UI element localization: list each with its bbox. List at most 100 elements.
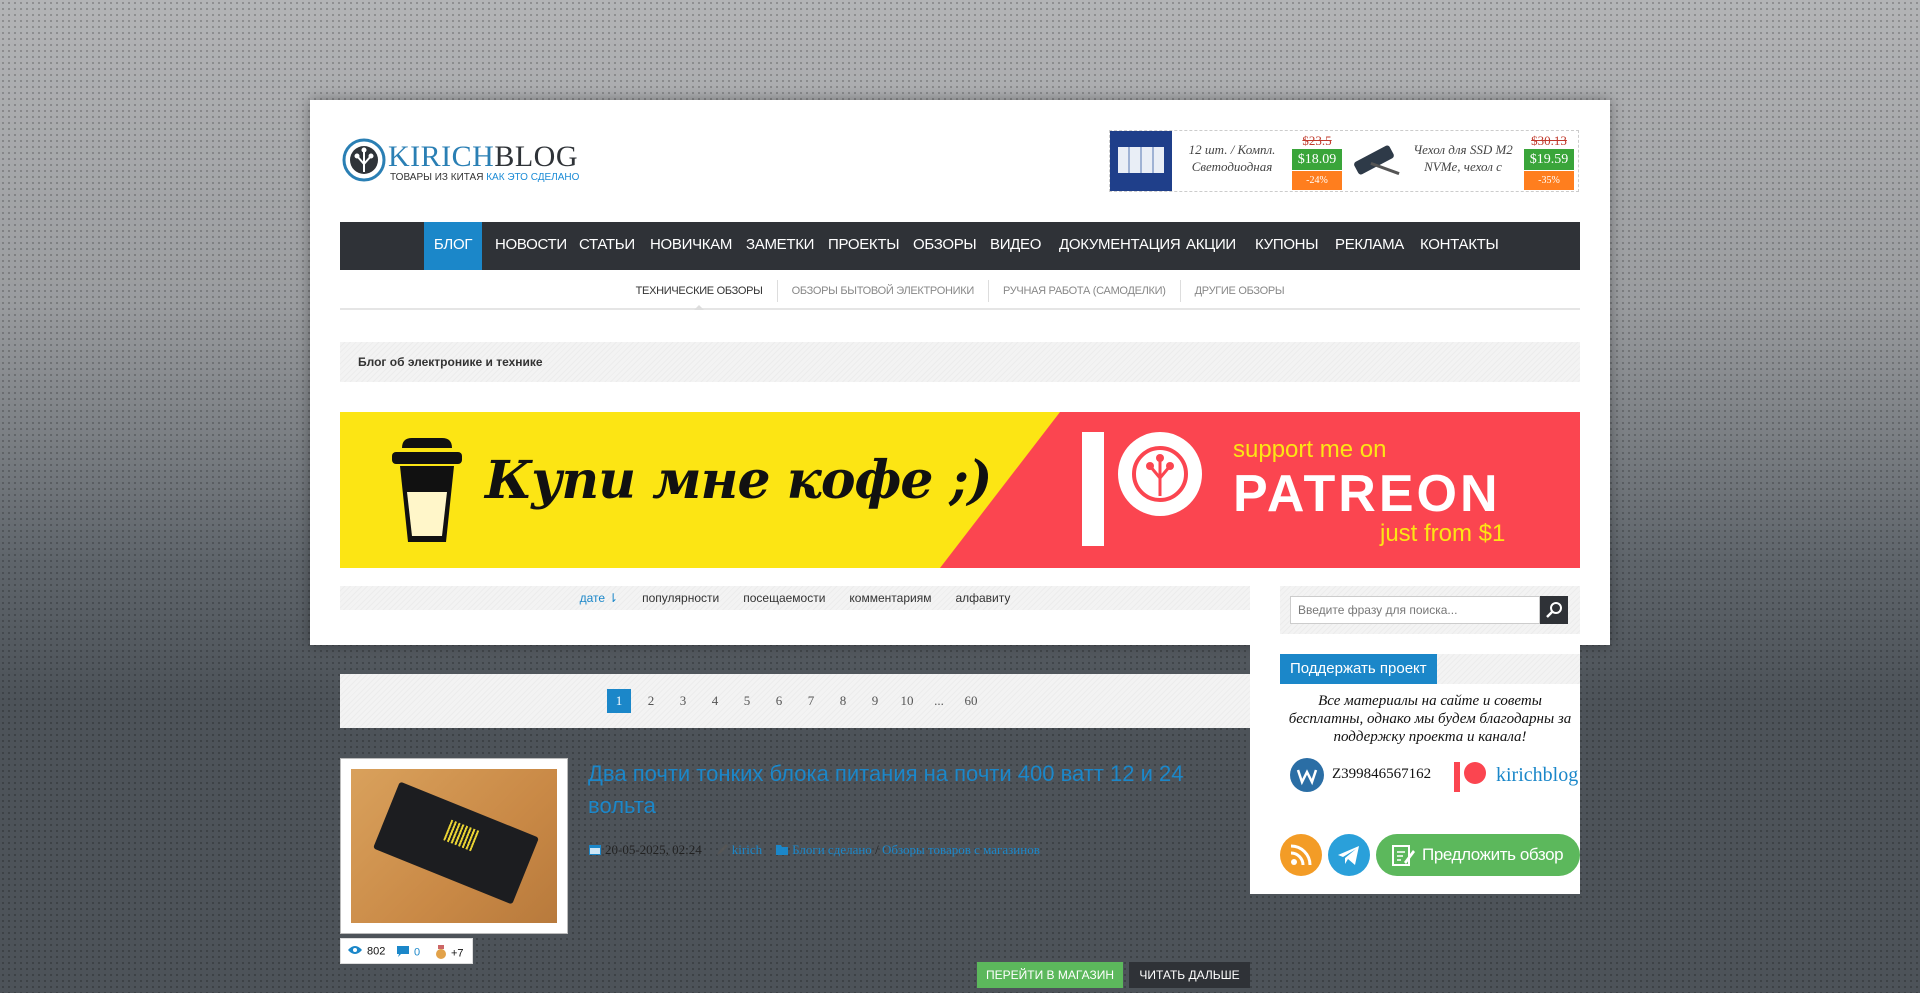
banner-patreon-word: PATREON bbox=[1233, 465, 1501, 523]
banner-support-text: support me on bbox=[1233, 436, 1387, 463]
support-banner[interactable]: Купи мне кофе ;) support me on PATREON j… bbox=[340, 412, 1580, 568]
ad-image bbox=[1110, 131, 1172, 191]
edit-note-icon bbox=[1392, 845, 1415, 866]
page-link[interactable]: 2 bbox=[639, 689, 663, 713]
read-more-button[interactable]: ЧИТАТЬ ДАЛЬШЕ bbox=[1129, 962, 1250, 988]
nav-item-deals[interactable]: АКЦИИ bbox=[1186, 222, 1236, 270]
nav-item-articles[interactable]: СТАТЬИ bbox=[579, 222, 635, 270]
ad-item[interactable]: 12 шт. / Компл. Светодиодная $23.5 $18.0… bbox=[1110, 131, 1346, 191]
nav-item-news[interactable]: НОВОСТИ bbox=[495, 222, 567, 270]
nav-item-blog[interactable]: БЛОГ bbox=[424, 222, 482, 270]
support-text: Все материалы на сайте и советы бесплатн… bbox=[1288, 693, 1572, 745]
calendar-icon bbox=[589, 845, 601, 855]
subnav-item-home-electronics[interactable]: ОБЗОРЫ БЫТОВОЙ ЭЛЕКТРОНИКИ bbox=[776, 280, 988, 302]
search-input[interactable]: Введите фразу для поиска... bbox=[1290, 596, 1540, 624]
ad-discount: -35% bbox=[1524, 171, 1574, 190]
post-date: 20-05-2025, 02:24 bbox=[588, 842, 702, 857]
subnav-item-diy[interactable]: РУЧНАЯ РАБОТА (САМОДЕЛКИ) bbox=[987, 280, 1180, 302]
page-link[interactable]: 7 bbox=[799, 689, 823, 713]
nav-item-notes[interactable]: ЗАМЕТКИ bbox=[746, 222, 814, 270]
comments-stat: 0 bbox=[396, 945, 420, 960]
patreon-circle-icon bbox=[1118, 432, 1202, 516]
subnav-item-other[interactable]: ДРУГИЕ ОБЗОРЫ bbox=[1179, 280, 1299, 302]
sort-bar: дате ⇂ популярности посещаемости комментария… bbox=[340, 586, 1250, 610]
sort-by-date[interactable]: дате ⇂ bbox=[580, 591, 619, 605]
ad-discount: -24% bbox=[1292, 171, 1342, 190]
ad-old-price: $23.5 bbox=[1302, 133, 1332, 148]
category-separator: / bbox=[871, 842, 882, 857]
page-title: Блог об электронике и технике bbox=[358, 355, 543, 369]
ad-text: Чехол для SSD M2 NVMe, чехол с bbox=[1413, 142, 1513, 174]
logo-wordmark: KIRICHBLOG bbox=[388, 140, 579, 173]
telegram-icon bbox=[1338, 846, 1359, 865]
page-link[interactable]: 9 bbox=[863, 689, 887, 713]
patreon-bar-icon bbox=[1082, 432, 1104, 546]
comment-icon bbox=[396, 945, 410, 960]
subnav-item-tech[interactable]: ТЕХНИЧЕСКИЕ ОБЗОРЫ bbox=[622, 280, 777, 310]
patreon-icon[interactable] bbox=[1454, 760, 1488, 794]
nav-item-video[interactable]: ВИДЕО bbox=[990, 222, 1041, 270]
webmoney-icon[interactable] bbox=[1290, 758, 1324, 792]
post-author[interactable]: kirich bbox=[715, 842, 762, 857]
page-link[interactable]: 5 bbox=[735, 689, 759, 713]
sub-nav: ТЕХНИЧЕСКИЕ ОБЗОРЫ ОБЗОРЫ БЫТОВОЙ ЭЛЕКТРО… bbox=[340, 280, 1580, 310]
post-meta: 20-05-2025, 02:24 kirich Блоги сделано /… bbox=[588, 842, 1248, 858]
ad-item[interactable]: Чехол для SSD M2 NVMe, чехол с $30.13 $1… bbox=[1346, 131, 1578, 191]
sort-arrow-icon: ⇂ bbox=[608, 591, 619, 605]
post-thumbnail[interactable] bbox=[340, 758, 568, 934]
nav-item-contacts[interactable]: КОНТАКТЫ bbox=[1420, 222, 1499, 270]
sort-by-popularity[interactable]: популярности bbox=[642, 591, 719, 605]
go-to-shop-button[interactable]: ПЕРЕЙТИ В МАГАЗИН bbox=[977, 962, 1123, 988]
page-link[interactable]: 10 bbox=[895, 689, 919, 713]
page-link[interactable]: 8 bbox=[831, 689, 855, 713]
product-ads: 12 шт. / Компл. Светодиодная $23.5 $18.0… bbox=[1109, 130, 1579, 192]
ad-text: 12 шт. / Компл. Светодиодная bbox=[1188, 142, 1276, 174]
search-icon bbox=[1546, 602, 1562, 618]
post-title[interactable]: Два почти тонких блока питания на почти … bbox=[588, 758, 1248, 822]
site-logo[interactable]: KIRICHBLOG ТОВАРЫ ИЗ КИТАЯ КАК ЭТО СДЕЛА… bbox=[342, 134, 602, 186]
telegram-button[interactable] bbox=[1328, 834, 1370, 876]
patreon-link[interactable]: kirichblog bbox=[1496, 764, 1578, 787]
post-category-link[interactable]: Обзоры товаров с магазинов bbox=[882, 842, 1040, 857]
rss-button[interactable] bbox=[1280, 834, 1322, 876]
banner-from-text: just from $1 bbox=[1380, 520, 1506, 547]
nav-item-docs[interactable]: ДОКУМЕНТАЦИЯ bbox=[1059, 222, 1181, 270]
nav-item-reviews[interactable]: ОБЗОРЫ bbox=[913, 222, 977, 270]
search-button[interactable] bbox=[1540, 596, 1568, 624]
page-link[interactable]: 1 bbox=[607, 689, 631, 713]
pagination: 1 2 3 4 5 6 7 8 9 10... 60 bbox=[340, 674, 1250, 728]
ad-image bbox=[1346, 131, 1408, 191]
sort-by-alphabet[interactable]: алфавиту bbox=[955, 591, 1010, 605]
logo-tagline: ТОВАРЫ ИЗ КИТАЯ КАК ЭТО СДЕЛАНО bbox=[390, 172, 580, 183]
page-ellipsis: ... bbox=[934, 693, 944, 708]
banner-coffee-text: Купи мне кофе ;) bbox=[485, 450, 992, 511]
nav-item-beginners[interactable]: НОВИЧКАМ bbox=[650, 222, 732, 270]
page-link[interactable]: 6 bbox=[767, 689, 791, 713]
propose-review-button[interactable]: Предложить обзор bbox=[1376, 834, 1580, 876]
ad-new-price: $18.09 bbox=[1292, 149, 1342, 170]
page-title-bar: Блог об электронике и технике bbox=[340, 342, 1580, 382]
post-image bbox=[351, 769, 557, 923]
page-link[interactable]: 4 bbox=[703, 689, 727, 713]
rating-stat: +7 bbox=[435, 945, 464, 962]
folder-icon bbox=[776, 845, 789, 855]
logo-circuit-icon bbox=[342, 138, 386, 182]
views-stat: 802 bbox=[347, 945, 385, 958]
main-nav: БЛОГ НОВОСТИ СТАТЬИ НОВИЧКАМ ЗАМЕТКИ ПРО… bbox=[340, 222, 1580, 270]
sidebar-support: Поддержать проект Все материалы на сайте… bbox=[1250, 636, 1580, 894]
nav-item-projects[interactable]: ПРОЕКТЫ bbox=[828, 222, 900, 270]
medal-icon bbox=[435, 945, 447, 962]
sort-by-visits[interactable]: посещаемости bbox=[743, 591, 825, 605]
nav-item-ads[interactable]: РЕКЛАМА bbox=[1335, 222, 1404, 270]
page-link[interactable]: 60 bbox=[959, 689, 983, 713]
post-stats: 802 0 +7 bbox=[340, 938, 473, 964]
webmoney-id: Z399846567162 bbox=[1332, 766, 1432, 782]
support-title: Поддержать проект bbox=[1280, 654, 1437, 684]
support-header: Поддержать проект bbox=[1280, 654, 1580, 684]
page-link[interactable]: 3 bbox=[671, 689, 695, 713]
post-category-link[interactable]: Блоги сделано bbox=[792, 842, 872, 857]
rss-icon bbox=[1290, 844, 1312, 866]
ad-old-price: $30.13 bbox=[1531, 133, 1567, 148]
nav-item-coupons[interactable]: КУПОНЫ bbox=[1255, 222, 1319, 270]
sort-by-comments[interactable]: комментариям bbox=[849, 591, 931, 605]
